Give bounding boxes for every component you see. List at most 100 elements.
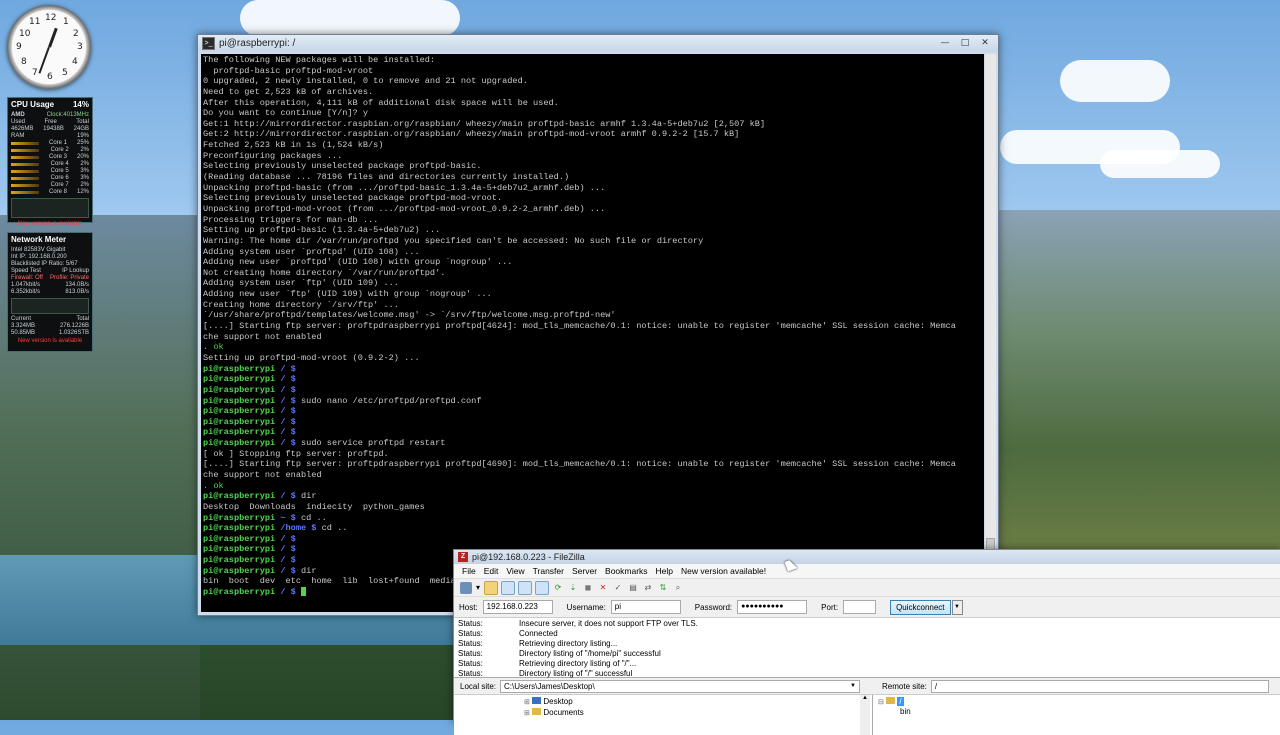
filezilla-window[interactable]: Z pi@192.168.0.223 - FileZilla File Edit… xyxy=(453,549,1280,735)
menu-server[interactable]: Server xyxy=(568,566,601,576)
local-tree-scrollbar[interactable]: ▲ xyxy=(860,695,870,735)
terminal-output-line: (Reading database ... 78196 files and di… xyxy=(203,172,570,183)
toggle-queue-icon[interactable] xyxy=(535,580,549,595)
toggle-remote-tree-icon[interactable] xyxy=(518,580,532,595)
dropdown-arrow-icon[interactable]: ▾ xyxy=(475,582,481,594)
remote-site-input[interactable]: / xyxy=(930,679,1269,693)
cpu-usage-gadget[interactable]: CPU Usage 14% AMD Clock:4013MHz Used Free T… xyxy=(7,97,93,227)
toggle-log-icon[interactable] xyxy=(484,580,498,595)
clock-numeral: 5 xyxy=(62,68,68,78)
cancel-icon[interactable]: ◼ xyxy=(582,582,594,594)
terminal-output-line: Selecting previously unselected package … xyxy=(203,193,503,204)
terminal-output-line: che support not enabled xyxy=(203,331,322,342)
filter-icon[interactable]: ▤ xyxy=(627,582,639,594)
directory-trees: ⊞ Desktop ⊞ Documents ▲ ⊟ / bin xyxy=(454,695,1280,735)
remote-tree-item[interactable]: bin xyxy=(900,707,911,716)
process-queue-icon[interactable]: ⇣ xyxy=(567,582,579,594)
toolbar: ▾ ⟳ ⇣ ◼ ✕ ✓ ▤ ⇄ ⇅ ⌕ xyxy=(454,578,1280,596)
local-site-dropdown-icon[interactable]: ▼ xyxy=(850,683,856,689)
terminal-window[interactable]: >_ pi@raspberrypi: / — □ ✕ The following… xyxy=(197,34,999,616)
menu-view[interactable]: View xyxy=(502,566,528,576)
network-graph xyxy=(11,298,89,314)
terminal-prompt-line: pi@raspberrypi /home $ cd .. xyxy=(203,523,348,534)
terminal-output-line: Fetched 2,523 kB in 1s (1,524 kB/s) xyxy=(203,140,384,151)
clock-numeral: 3 xyxy=(77,42,83,52)
terminal-output-line: Unpacking proftpd-basic (from .../proftp… xyxy=(203,182,606,193)
password-input[interactable]: ●●●●●●●●●● xyxy=(737,600,808,614)
clock-numeral: 2 xyxy=(73,29,79,39)
local-site-input[interactable]: C:\Users\James\Desktop\ xyxy=(500,679,861,693)
expand-icon[interactable]: ⊞ xyxy=(524,699,530,706)
close-button[interactable]: ✕ xyxy=(976,37,994,50)
terminal-output-line: 0 upgraded, 2 newly installed, 0 to remo… xyxy=(203,76,528,87)
local-site-label: Local site: xyxy=(460,681,497,691)
search-icon[interactable]: ⌕ xyxy=(672,582,684,594)
terminal-output-line: Get:1 http://mirrordirector.raspbian.org… xyxy=(203,118,766,129)
terminal-output-line: Do you want to continue [Y/n]? y xyxy=(203,108,369,119)
menu-file[interactable]: File xyxy=(458,566,480,576)
quickconnect-button[interactable]: Quickconnect xyxy=(890,599,951,615)
terminal-output-line: Adding system user `proftpd' (UID 108) .… xyxy=(203,246,420,257)
clock-numeral: 7 xyxy=(32,68,38,78)
terminal-output-line: Creating home directory `/srv/ftp' ... xyxy=(203,299,399,310)
minimize-button[interactable]: — xyxy=(936,37,954,50)
folder-icon xyxy=(886,697,896,704)
collapse-icon[interactable]: ⊟ xyxy=(878,699,884,706)
terminal-output-line: Unpacking proftpd-mod-vroot (from .../pr… xyxy=(203,203,606,214)
message-log[interactable]: Status: Insecure server, it does not supp… xyxy=(454,618,1280,678)
host-input[interactable]: 192.168.0.223 xyxy=(482,600,553,614)
expand-icon[interactable]: ⊞ xyxy=(524,710,530,717)
port-input[interactable] xyxy=(843,600,877,614)
log-entry: Status: Retrieving directory listing of "… xyxy=(458,659,637,668)
terminal-title: pi@raspberrypi: / xyxy=(219,38,296,49)
terminal-output[interactable]: The following NEW packages will be insta… xyxy=(201,54,984,612)
menu-new-version[interactable]: New version available! xyxy=(677,566,770,576)
clock-numeral: 1 xyxy=(63,17,69,27)
network-meter-gadget[interactable]: Network Meter Intel 82583V Gigabit Int I… xyxy=(7,232,93,352)
terminal-output-line: [....] Starting ftp server: proftpdraspb… xyxy=(203,459,956,470)
menu-transfer[interactable]: Transfer xyxy=(529,566,568,576)
remote-tree[interactable]: ⊟ / bin xyxy=(878,697,911,716)
terminal-output-line: Setting up proftpd-basic (1.3.4a-5+deb7u… xyxy=(203,225,441,236)
speed-test-link[interactable]: Speed Test xyxy=(11,268,41,275)
reconnect-icon[interactable]: ✓ xyxy=(612,582,624,594)
local-tree[interactable]: ⊞ Desktop ⊞ Documents xyxy=(454,695,873,735)
network-new-version-link[interactable]: New version is available xyxy=(8,337,92,346)
terminal-output-line: Adding new user `proftpd' (UID 108) with… xyxy=(203,257,513,268)
quickconnect-dropdown-icon[interactable]: ▼ xyxy=(951,599,963,615)
clock-gadget[interactable]: 12 1 2 3 4 5 6 7 8 9 10 11 xyxy=(7,5,91,89)
terminal-prompt-line: pi@raspberrypi / $ xyxy=(203,374,296,385)
cpu-core-row: Core 5 3% xyxy=(8,168,92,175)
remote-tree-root[interactable]: / xyxy=(897,697,904,706)
clock-hour-hand xyxy=(48,27,58,48)
terminal-output-line: Not creating home directory `/var/run/pr… xyxy=(203,267,446,278)
toggle-local-tree-icon[interactable] xyxy=(501,580,515,595)
filezilla-titlebar[interactable]: Z pi@192.168.0.223 - FileZilla xyxy=(454,550,1280,564)
terminal-titlebar[interactable]: >_ pi@raspberrypi: / — □ ✕ xyxy=(198,35,998,52)
menu-help[interactable]: Help xyxy=(652,566,677,576)
cpu-new-version-link[interactable]: New version is available xyxy=(8,220,92,229)
disconnect-icon[interactable]: ✕ xyxy=(597,582,609,594)
site-manager-icon[interactable] xyxy=(460,581,472,594)
terminal-prompt-line: pi@raspberrypi / $ xyxy=(203,416,296,427)
username-input[interactable]: pi xyxy=(610,600,681,614)
cpu-core-row: Core 3 20% xyxy=(8,154,92,161)
terminal-output-line: [ ok ] Stopping ftp server: proftpd. xyxy=(203,448,389,459)
local-tree-item[interactable]: ⊞ Documents xyxy=(524,708,584,717)
terminal-scrollbar[interactable] xyxy=(985,54,996,612)
ip-lookup-link[interactable]: IP Lookup xyxy=(62,268,89,275)
terminal-output-line: `/usr/share/proftpd/templates/welcome.ms… xyxy=(203,310,616,321)
terminal-output-line: After this operation, 4,111 kB of additi… xyxy=(203,97,559,108)
sync-browse-icon[interactable]: ⇅ xyxy=(657,582,669,594)
local-tree-item[interactable]: ⊞ Desktop xyxy=(524,697,573,706)
maximize-button[interactable]: □ xyxy=(956,37,974,50)
port-label: Port: xyxy=(821,602,839,612)
password-label: Password: xyxy=(694,602,733,612)
terminal-output-line: Processing triggers for man-db ... xyxy=(203,214,379,225)
menu-edit[interactable]: Edit xyxy=(480,566,503,576)
host-label: Host: xyxy=(459,602,478,612)
menu-bookmarks[interactable]: Bookmarks xyxy=(601,566,652,576)
compare-icon[interactable]: ⇄ xyxy=(642,582,654,594)
filezilla-icon: Z xyxy=(458,552,468,562)
refresh-icon[interactable]: ⟳ xyxy=(552,582,564,594)
